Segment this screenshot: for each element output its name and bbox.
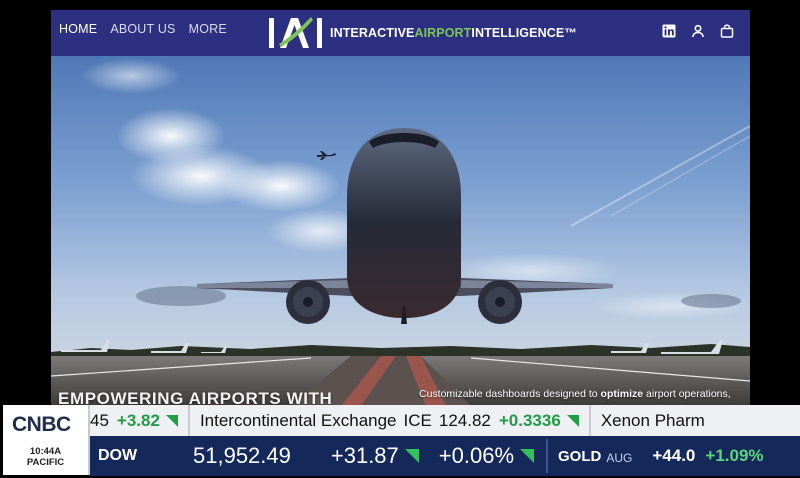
ticker-stock-name: Intercontinental Exchange — [199, 410, 397, 430]
ticker-stock-symbol: ICE — [403, 410, 432, 430]
index-change: +31.87 — [330, 443, 399, 468]
hero-sub-part1: Customizable dashboards designed to — [419, 388, 601, 400]
cnbc-ampm: A — [54, 446, 62, 457]
linkedin-icon[interactable] — [662, 24, 676, 38]
nav-icons — [662, 24, 734, 38]
ticker-next-item: Xenon Pharm — [601, 411, 705, 431]
cnbc-time: 10:44 — [29, 446, 55, 457]
up-arrow-icon — [165, 414, 178, 427]
hero-airplane-image — [51, 56, 750, 406]
hero-sub-part2: airport operations, — [643, 388, 731, 400]
logo-word-airport: AIRPORT — [414, 26, 472, 40]
iai-logo-mark — [269, 17, 322, 48]
ticker-divider — [546, 439, 549, 473]
nav-more[interactable]: MORE — [189, 22, 227, 36]
website-frame: HOME ABOUT US MORE INTERACTIVEAIRPORTINT… — [51, 10, 750, 406]
ticker-top-row: 45 +3.82 Intercontinental Exchange ICE 1… — [90, 405, 800, 436]
cart-icon[interactable] — [720, 24, 734, 38]
nav-home[interactable]: HOME — [59, 22, 97, 36]
commodity-month: AUG — [606, 450, 633, 465]
ticker-separator — [187, 405, 190, 436]
ticker-prev-item: 45 +3.82 — [90, 411, 178, 431]
index-name: DOW — [98, 447, 138, 464]
cnbc-zone: PACIFIC — [26, 457, 65, 468]
ticker-prev-value: 45 — [90, 410, 109, 430]
nav-about-us[interactable]: ABOUT US — [110, 22, 175, 36]
cnbc-logo: CNBC — [12, 413, 71, 436]
user-icon[interactable] — [691, 24, 705, 38]
ticker-next-name: Xenon Pharm — [600, 410, 705, 430]
logo-wordmark: INTERACTIVEAIRPORTINTELLIGENCE™ — [330, 26, 577, 40]
top-nav: HOME ABOUT US MORE INTERACTIVEAIRPORTINT… — [51, 10, 750, 56]
hero-sub-bold: optimize — [600, 388, 644, 400]
ticker-stock-price: 124.82 — [438, 410, 491, 430]
commodity-name: GOLD — [558, 447, 602, 465]
hero-subtext: Customizable dashboards designed to opti… — [419, 388, 731, 400]
cnbc-bug: CNBC 10:44A PACIFIC — [3, 405, 90, 475]
index-value: 51,952.49 — [193, 443, 291, 468]
up-arrow-icon — [566, 414, 579, 427]
logo-word-interactive: INTERACTIVE — [330, 26, 415, 40]
commodity-percent: +1.09% — [705, 446, 764, 465]
commodity-change: +44.0 — [652, 446, 696, 465]
up-arrow-icon — [520, 449, 535, 463]
ticker-separator — [588, 405, 591, 436]
hero-heading: EMPOWERING AIRPORTS WITH — [58, 389, 333, 406]
ticker-bottom-row: DOW 51,952.49 +31.87 +0.06% GOLD AUG +44… — [90, 436, 800, 476]
ticker-stock-item: Intercontinental Exchange ICE 124.82 +0.… — [200, 411, 579, 431]
site-logo[interactable]: INTERACTIVEAIRPORTINTELLIGENCE™ — [267, 13, 577, 53]
index-percent: +0.06% — [438, 443, 515, 468]
ticker-prev-change: +3.82 — [116, 410, 160, 430]
up-arrow-icon — [404, 449, 419, 463]
nav-links: HOME ABOUT US MORE — [59, 22, 227, 36]
cnbc-time-display: 10:44A PACIFIC — [3, 446, 88, 468]
ticker-stock-change: +0.3336 — [498, 410, 561, 430]
hero-section: EMPOWERING AIRPORTS WITH Customizable da… — [51, 56, 750, 406]
logo-word-intelligence: INTELLIGENCE™ — [471, 26, 577, 40]
